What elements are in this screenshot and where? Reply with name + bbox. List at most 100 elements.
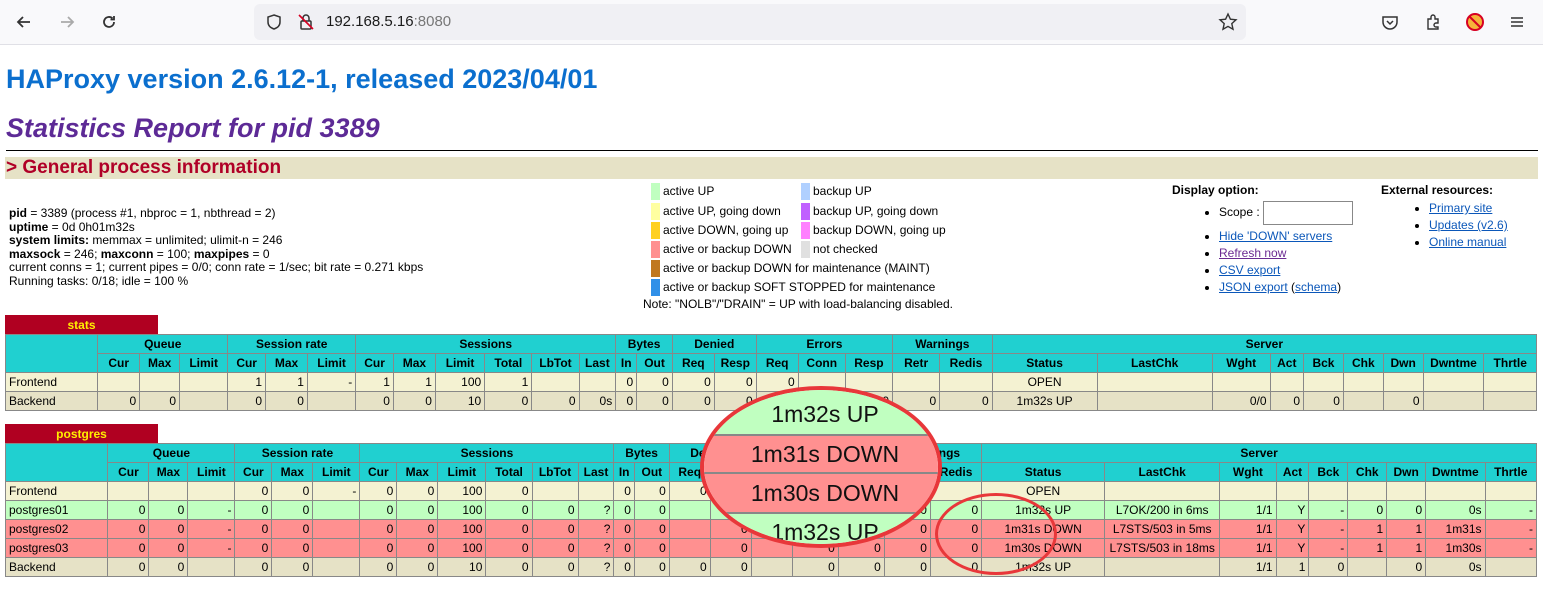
- section-heading: > General process information: [5, 157, 1538, 179]
- csv-export-link[interactable]: CSV export: [1219, 263, 1280, 277]
- header-cell: Thrtle: [1484, 462, 1538, 482]
- header-cell: Dwn: [1386, 462, 1427, 482]
- header-cell: [4, 443, 109, 482]
- table-cell: 0: [791, 557, 839, 577]
- table-cell: -: [1308, 500, 1349, 520]
- proxy-name-stats[interactable]: stats: [5, 315, 158, 335]
- schema-link[interactable]: schema: [1295, 280, 1337, 294]
- table-cell: L7STS/503 in 18ms: [1104, 538, 1221, 558]
- table-cell: 0: [359, 538, 398, 558]
- updates-link[interactable]: Updates (v2.6): [1429, 218, 1508, 232]
- table-cell: [577, 481, 615, 501]
- primary-site-link[interactable]: Primary site: [1429, 201, 1492, 215]
- header-group: Queue: [107, 443, 236, 463]
- table-cell: 0: [234, 538, 273, 558]
- page-subtitle: Statistics Report for pid 3389: [6, 113, 380, 143]
- proxy-name-postgres[interactable]: postgres: [5, 424, 158, 444]
- table-cell: 0s: [1425, 557, 1486, 577]
- table-cell: 0: [396, 557, 439, 577]
- row-name-cell[interactable]: Backend: [4, 391, 99, 411]
- page-title: HAProxy version 2.6.12-1, released 2023/…: [6, 64, 598, 94]
- table-cell: 0: [271, 500, 314, 520]
- zoom-status-row: 1m31s DOWN: [704, 436, 938, 474]
- legend-swatch: [651, 203, 660, 220]
- table-cell: 0: [234, 500, 273, 520]
- table-cell: 0: [107, 500, 150, 520]
- online-manual-link[interactable]: Online manual: [1429, 235, 1506, 249]
- header-cell: Wght: [1211, 353, 1271, 373]
- header-cell: Limit: [306, 353, 357, 373]
- table-cell: 100: [437, 481, 487, 501]
- back-icon[interactable]: [12, 10, 36, 34]
- table-cell: [531, 372, 580, 392]
- header-cell: Bck: [1308, 462, 1349, 482]
- header-cell: Limit: [187, 462, 236, 482]
- zoom-magnifier: 1m32s UP 1m31s DOWN 1m30s DOWN 1m32s UP: [700, 386, 942, 548]
- row-name-cell[interactable]: Frontend: [4, 481, 109, 501]
- table-cell: 0: [265, 391, 308, 411]
- header-cell: Cur: [107, 462, 150, 482]
- menu-icon[interactable]: [1505, 10, 1529, 34]
- blocked-addon-icon[interactable]: [1463, 10, 1487, 34]
- json-export-link[interactable]: JSON export: [1219, 280, 1288, 294]
- row-name-cell[interactable]: Backend: [4, 557, 109, 577]
- table-cell: 0: [531, 519, 579, 539]
- table-cell: 0: [271, 519, 314, 539]
- table-cell: 0: [359, 519, 398, 539]
- url-bar[interactable]: 192.168.5.16:8080: [254, 4, 1246, 40]
- legend-swatch: [801, 241, 810, 258]
- legend-swatch: [651, 222, 660, 239]
- table-cell: 0: [613, 519, 635, 539]
- table-cell: [306, 391, 357, 411]
- bookmark-star-icon[interactable]: [1216, 10, 1240, 34]
- row-name-cell[interactable]: postgres02: [4, 519, 109, 539]
- shield-icon[interactable]: [262, 10, 286, 34]
- refresh-link[interactable]: Refresh now: [1219, 246, 1286, 260]
- header-cell: Dwn: [1382, 353, 1424, 373]
- display-options: Display option: Scope : Hide 'DOWN' serv…: [1172, 183, 1354, 294]
- table-cell: L7OK/200 in 6ms: [1104, 500, 1221, 520]
- table-cell: 1: [265, 372, 308, 392]
- header-cell: Chk: [1347, 462, 1388, 482]
- table-cell: 0: [355, 391, 394, 411]
- table-cell: 1: [1386, 538, 1427, 558]
- header-cell: Resp: [844, 353, 894, 373]
- row-name-cell[interactable]: postgres03: [4, 538, 109, 558]
- table-cell: 10: [437, 557, 487, 577]
- table-cell: -: [306, 372, 357, 392]
- header-cell: Out: [636, 353, 673, 373]
- table-cell: 1: [392, 372, 436, 392]
- table-cell: -: [187, 538, 236, 558]
- header-cell: Req: [755, 353, 799, 373]
- url-text[interactable]: 192.168.5.16:8080: [326, 13, 451, 30]
- table-cell: 1: [227, 372, 267, 392]
- legend-swatch: [801, 203, 810, 220]
- table-cell: [1425, 481, 1486, 501]
- table-cell: 1: [1275, 557, 1310, 577]
- header-cell: Total: [484, 353, 533, 373]
- header-cell: Wght: [1219, 462, 1277, 482]
- table-cell: 0: [713, 372, 757, 392]
- insecure-lock-icon[interactable]: [294, 10, 318, 34]
- extensions-icon[interactable]: [1421, 10, 1445, 34]
- row-name-cell[interactable]: Frontend: [4, 372, 99, 392]
- table-cell: 1/1: [1219, 500, 1277, 520]
- hide-down-link[interactable]: Hide 'DOWN' servers: [1219, 229, 1332, 243]
- row-name-cell[interactable]: postgres01: [4, 500, 109, 520]
- scope-input[interactable]: [1263, 201, 1354, 225]
- table-cell: 0: [485, 500, 533, 520]
- table-cell: 0: [636, 372, 673, 392]
- process-info: pid = 3389 (process #1, nbproc = 1, nbth…: [9, 206, 424, 288]
- reload-icon[interactable]: [97, 10, 121, 34]
- table-cell: -: [1308, 538, 1349, 558]
- table-cell: 0: [392, 391, 436, 411]
- forward-icon[interactable]: [55, 10, 79, 34]
- header-cell: Redis: [939, 353, 993, 373]
- table-cell: [312, 500, 361, 520]
- zoom-status-row: 1m30s DOWN: [704, 474, 938, 514]
- table-cell: 0: [148, 500, 189, 520]
- table-cell: 0: [148, 538, 189, 558]
- table-cell: -: [1484, 500, 1538, 520]
- header-cell: Max: [139, 353, 181, 373]
- pocket-icon[interactable]: [1378, 10, 1402, 34]
